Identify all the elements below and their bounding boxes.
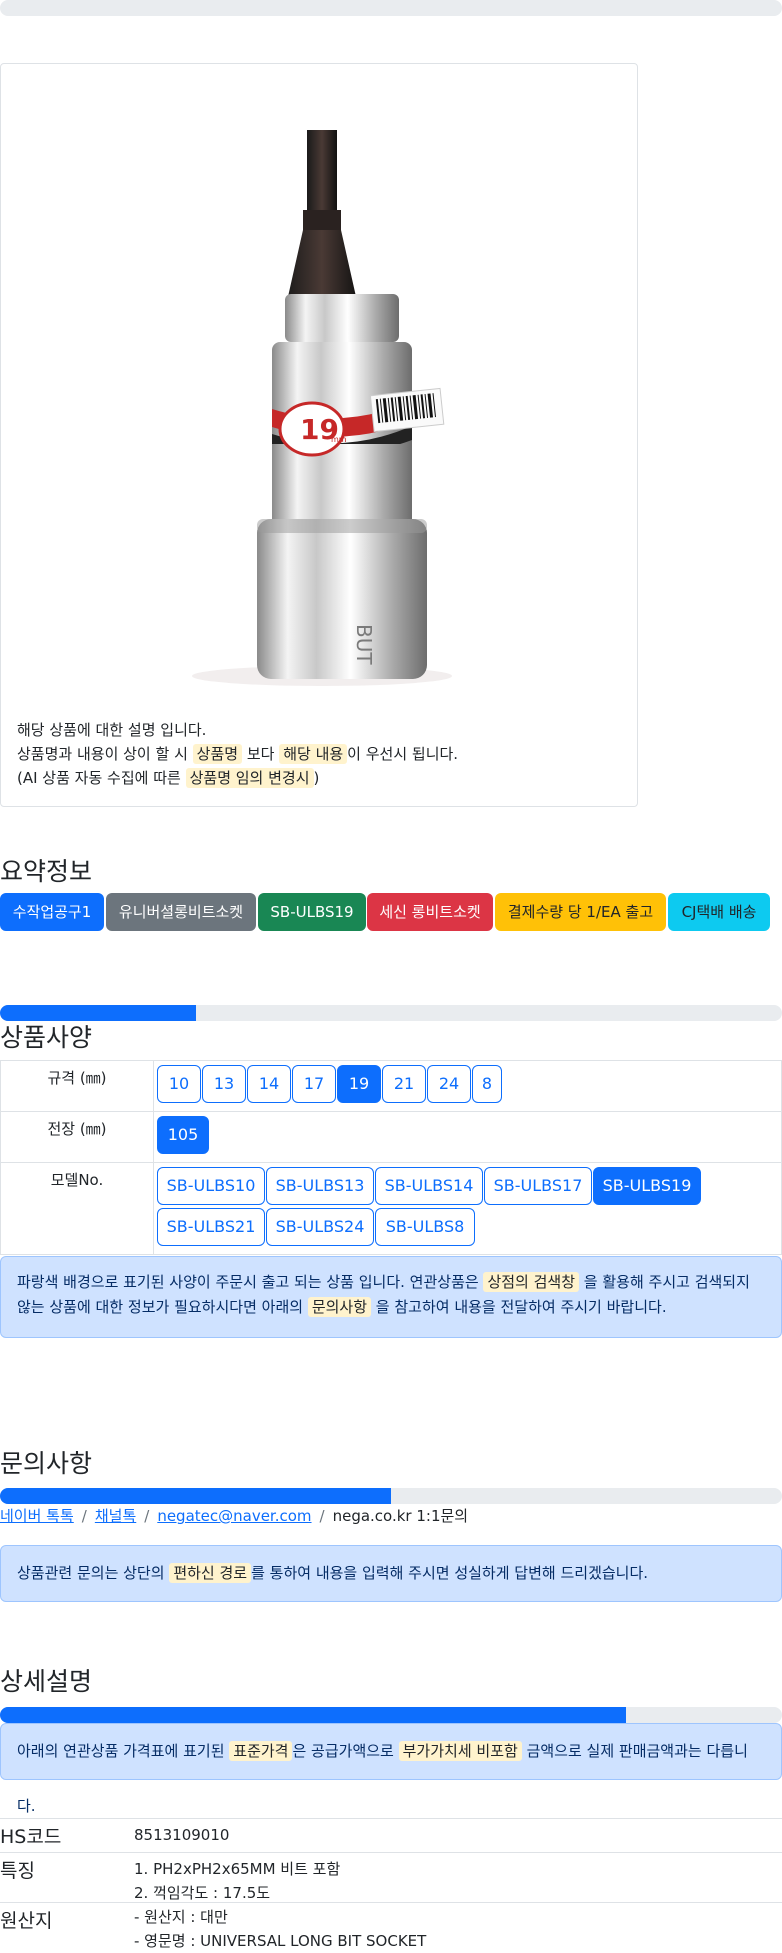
spec-option-button[interactable]: 21 [382, 1065, 426, 1103]
summary-badge: SB-ULBS19 [258, 893, 366, 931]
inquiry-notice: 상품관련 문의는 상단의 편하신 경로 를 통하여 내용을 입력해 주시면 성실하… [0, 1545, 782, 1602]
spec-option-button[interactable]: SB-ULBS21 [157, 1208, 265, 1246]
detail-row-features: 특징 1. PH2xPH2x65MM 비트 포함 2. 꺽임각도 : 17.5도 [0, 1852, 782, 1903]
link-separator: / [144, 1507, 150, 1525]
channel-talk-link[interactable]: 채널톡 [95, 1507, 136, 1525]
naver-talk-link[interactable]: 네이버 톡톡 [0, 1507, 74, 1525]
detail-key: 특징 [0, 1860, 35, 1882]
spec-option-button[interactable]: 8 [472, 1065, 502, 1103]
detail-row-hscode: HS코드 8513109010 [0, 1818, 782, 1853]
spec-option-button[interactable]: SB-ULBS24 [266, 1208, 374, 1246]
detail-value: 1. PH2xPH2x65MM 비트 포함 [134, 1860, 341, 1878]
spec-options: 105 [153, 1111, 782, 1163]
email-link[interactable]: negatec@naver.com [157, 1507, 311, 1525]
inquiry-progress-fill [0, 1488, 391, 1504]
inquiry-links: 네이버 톡톡 / 채널톡 / negatec@naver.com / nega.co.kr … [0, 1505, 468, 1526]
spec-option-button[interactable]: 105 [157, 1116, 209, 1154]
inquiry-title: 문의사항 [0, 1449, 93, 1478]
detail-key: HS코드 [0, 1826, 62, 1848]
link-separator: / [319, 1507, 325, 1525]
detail-progress-fill [0, 1707, 626, 1723]
spec-option-button[interactable]: 17 [292, 1065, 336, 1103]
spec-options: SB-ULBS10 SB-ULBS13 SB-ULBS14 SB-ULBS17 SB-U… [153, 1162, 782, 1255]
spec-progress-track [0, 1005, 782, 1021]
spec-option-button[interactable]: 14 [247, 1065, 291, 1103]
detail-progress-track [0, 1707, 782, 1723]
spec-key: 전장 (㎜) [0, 1111, 154, 1163]
detail-row-origin: 원산지 - 원산지 : 대만 - 영문명 : UNIVERSAL LONG BI… [0, 1902, 782, 1951]
top-progress-track [0, 0, 782, 16]
summary-title: 요약정보 [0, 857, 93, 886]
spec-options: 10 13 14 17 19 21 24 8 [153, 1060, 782, 1112]
product-card: 19 mm BUT 해당 상품에 대한 설명 입니다. 상품명과 내용이 상이 … [0, 63, 638, 807]
detail-value: - 영문명 : UNIVERSAL LONG BIT SOCKET [134, 1932, 427, 1950]
svg-text:BUT: BUT [352, 624, 376, 665]
inquiry-progress-track [0, 1488, 782, 1504]
detail-value: 8513109010 [134, 1826, 230, 1844]
product-image: 19 mm BUT [107, 64, 537, 704]
detail-key: 원산지 [0, 1910, 53, 1932]
link-separator: / [81, 1507, 87, 1525]
spec-row-model: 모델No. SB-ULBS10 SB-ULBS13 SB-ULBS14 SB-ULBS… [0, 1162, 782, 1255]
summary-badge: 수작업공구1 [0, 893, 104, 931]
spec-key: 규격 (㎜) [0, 1060, 154, 1112]
detail-title: 상세설명 [0, 1667, 93, 1696]
spec-row-size: 규격 (㎜) 10 13 14 17 19 21 24 8 [0, 1060, 782, 1112]
spec-option-button[interactable]: SB-ULBS10 [157, 1167, 265, 1205]
summary-badge: 결제수량 당 1/EA 출고 [495, 893, 666, 931]
summary-badge: 세신 롱비트소켓 [367, 893, 493, 931]
one-on-one-inquiry: nega.co.kr 1:1문의 [332, 1507, 469, 1525]
summary-badge: CJ택배 배송 [668, 893, 770, 931]
socket-unit-label: mm [331, 435, 347, 444]
spec-table: 규격 (㎜) 10 13 14 17 19 21 24 8 전장 (㎜) 105 모델No. … [0, 1060, 782, 1255]
spec-option-button[interactable]: 24 [427, 1065, 471, 1103]
spec-option-button[interactable]: SB-ULBS13 [266, 1167, 374, 1205]
spec-option-button[interactable]: SB-ULBS17 [484, 1167, 592, 1205]
spec-option-button[interactable]: SB-ULBS8 [375, 1208, 475, 1246]
description-line-3: (AI 상품 자동 수집에 따른 상품명 임의 변경시) [17, 768, 320, 788]
spec-notice: 파랑색 배경으로 표기된 사양이 주문시 출고 되는 상품 입니다. 연관상품은… [0, 1256, 782, 1338]
detail-value: - 원산지 : 대만 [134, 1908, 228, 1926]
description-line-1: 해당 상품에 대한 설명 입니다. [17, 721, 207, 739]
spec-row-length: 전장 (㎜) 105 [0, 1111, 782, 1163]
spec-option-button[interactable]: SB-ULBS14 [375, 1167, 483, 1205]
spec-key: 모델No. [0, 1162, 154, 1255]
spec-option-button[interactable]: 19 [337, 1065, 381, 1103]
spec-title: 상품사양 [0, 1023, 93, 1052]
spec-option-button[interactable]: 13 [202, 1065, 246, 1103]
description-line-2: 상품명과 내용이 상이 할 시 상품명 보다 해당 내용 이 우선시 됩니다. [17, 744, 459, 764]
summary-badge: 유니버셜롱비트소켓 [106, 893, 256, 931]
spec-option-button[interactable]: 10 [157, 1065, 201, 1103]
detail-notice: 아래의 연관상품 가격표에 표기된 표준가격 은 공급가액으로 부가가치세 비포함… [0, 1723, 782, 1815]
spec-option-button[interactable]: SB-ULBS19 [593, 1167, 701, 1205]
